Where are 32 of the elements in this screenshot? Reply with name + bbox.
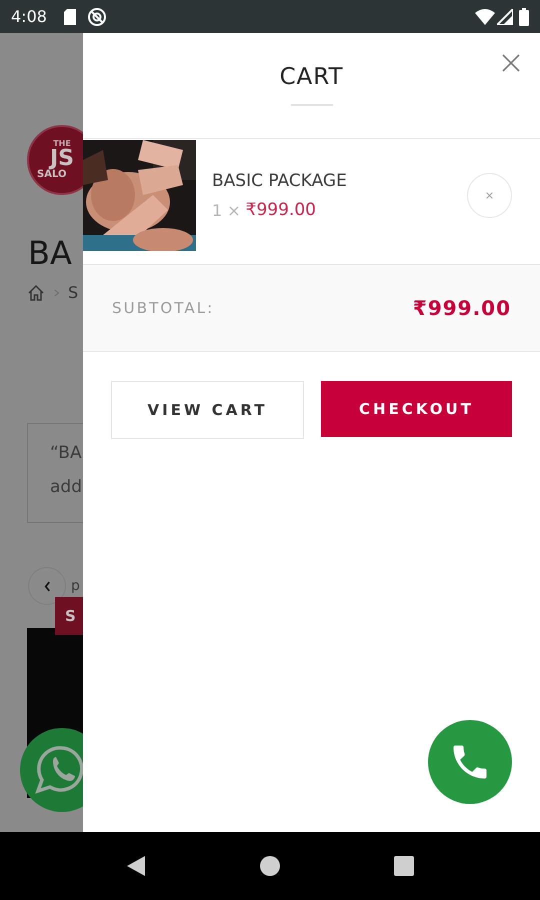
logo-badge[interactable]: THE JS SALO bbox=[27, 125, 83, 195]
breadcrumb-link[interactable]: S bbox=[68, 281, 78, 305]
whatsapp-icon[interactable] bbox=[20, 728, 83, 812]
recents-icon[interactable] bbox=[394, 856, 414, 876]
logo-text: JS bbox=[50, 148, 74, 170]
close-icon bbox=[486, 192, 493, 199]
no-sync-icon bbox=[86, 6, 107, 26]
chevron-icon bbox=[54, 289, 60, 297]
item-quantity: 1 × bbox=[212, 200, 241, 222]
battery-icon bbox=[519, 8, 529, 26]
chevron-left-icon bbox=[44, 580, 50, 592]
close-button[interactable] bbox=[500, 52, 522, 74]
view-cart-button[interactable]: VIEW CART bbox=[111, 381, 304, 439]
logo-text: SALO bbox=[37, 170, 66, 180]
signal-icon bbox=[497, 8, 513, 24]
sale-badge: S bbox=[55, 597, 83, 635]
cart-title: CART bbox=[280, 63, 344, 92]
back-icon[interactable] bbox=[126, 855, 146, 877]
subtotal-amount: ₹999.00 bbox=[412, 295, 511, 322]
home-icon[interactable] bbox=[258, 855, 281, 877]
close-icon bbox=[501, 53, 521, 73]
logo-text: THE bbox=[53, 140, 71, 148]
notice-text: “BA bbox=[50, 442, 83, 464]
item-name[interactable]: BASIC PACKAGE bbox=[212, 170, 467, 192]
checkout-button[interactable]: CHECKOUT bbox=[321, 381, 512, 437]
wifi-icon bbox=[475, 8, 495, 24]
page-title: BA bbox=[28, 233, 72, 273]
subtotal-label: SUBTOTAL: bbox=[112, 298, 214, 319]
status-time: 4:08 bbox=[11, 6, 47, 28]
item-price: ₹999.00 bbox=[246, 199, 316, 222]
sd-card-icon bbox=[62, 8, 77, 24]
notice-text: add bbox=[50, 476, 83, 498]
